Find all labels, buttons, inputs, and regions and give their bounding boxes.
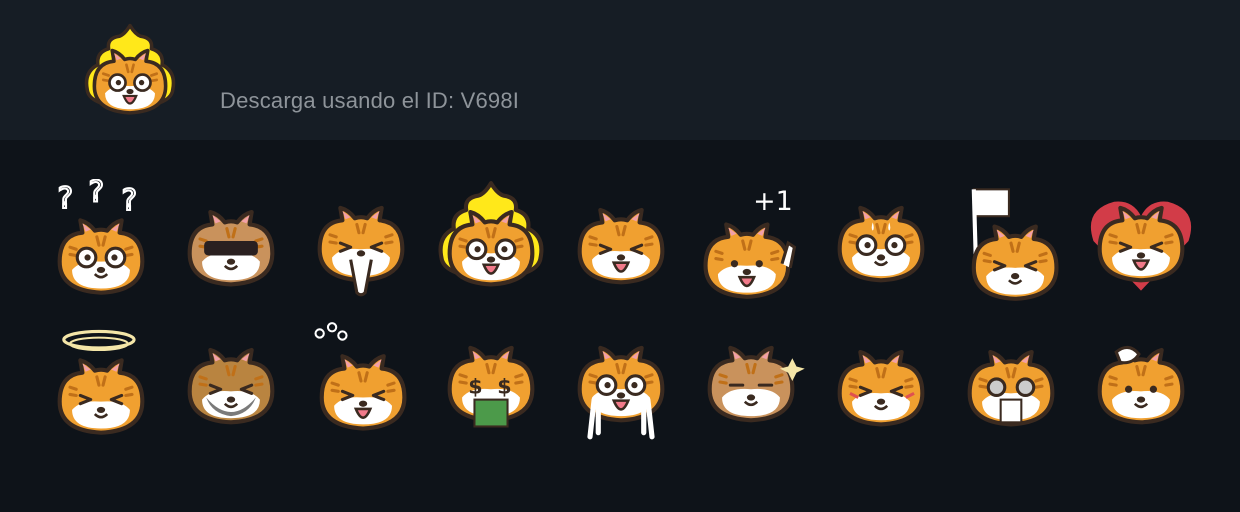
- header-bar: Descarga usando el ID: V698I: [0, 0, 1240, 140]
- money-cat-icon: $ $: [447, 345, 535, 428]
- sticker-cell[interactable]: $ $: [426, 318, 556, 444]
- confused-cat-icon: ? ? ?: [57, 179, 145, 295]
- svg-text:$: $: [497, 374, 511, 398]
- shocked-cat-icon: [967, 350, 1055, 427]
- sticker-cell[interactable]: [556, 178, 686, 304]
- sunglasses-cat-icon: [187, 210, 275, 287]
- white-flag-cat-icon: [971, 188, 1059, 301]
- smug-cat-icon: [707, 345, 805, 423]
- svg-text:+1: +1: [753, 186, 793, 217]
- tongue-out-cat-icon: [577, 207, 665, 285]
- sticker-grid: ? ? ? +1 $ $: [36, 178, 1206, 444]
- bearded-cat-icon: [187, 347, 275, 425]
- sticker-cell[interactable]: [816, 318, 946, 444]
- sticker-cell[interactable]: [166, 318, 296, 444]
- sticker-cell[interactable]: ? ? ?: [36, 178, 166, 304]
- download-id-text: Descarga usando el ID: V698I: [220, 88, 520, 113]
- sticker-cell[interactable]: [166, 178, 296, 304]
- sticker-cell[interactable]: [296, 318, 426, 444]
- blushing-cat-icon: [837, 350, 925, 427]
- sticker-cell[interactable]: [1076, 178, 1206, 304]
- sticker-cell[interactable]: [36, 318, 166, 444]
- dizzy-cat-icon: [57, 329, 145, 435]
- sticker-cell[interactable]: [816, 178, 946, 304]
- sticker-cell[interactable]: [426, 178, 556, 304]
- sticker-cell[interactable]: [1076, 318, 1206, 444]
- sticker-cell[interactable]: [556, 318, 686, 444]
- sticker-cell[interactable]: [946, 318, 1076, 444]
- heart-cat-icon: [1090, 201, 1192, 291]
- thinking-cat-icon: [1097, 345, 1185, 425]
- svg-text:$: $: [468, 374, 482, 398]
- sticker-cell[interactable]: [686, 318, 816, 444]
- sticker-cell[interactable]: +1: [686, 178, 816, 304]
- poop-cat-sticker-icon[interactable]: [76, 22, 184, 120]
- sticker-cell[interactable]: [946, 178, 1076, 304]
- praying-cat-icon: [317, 205, 405, 297]
- sticker-cell[interactable]: [296, 178, 426, 304]
- laughing-cat-icon: [314, 322, 407, 431]
- svg-text:?: ?: [122, 183, 137, 217]
- crying-cat-icon: [577, 345, 665, 440]
- plus-one-cat-icon: +1: [703, 186, 797, 299]
- svg-text:?: ?: [58, 181, 73, 215]
- svg-text:?: ?: [89, 179, 104, 209]
- sweating-cat-icon: [837, 205, 925, 283]
- poop-cat-icon: [438, 181, 544, 287]
